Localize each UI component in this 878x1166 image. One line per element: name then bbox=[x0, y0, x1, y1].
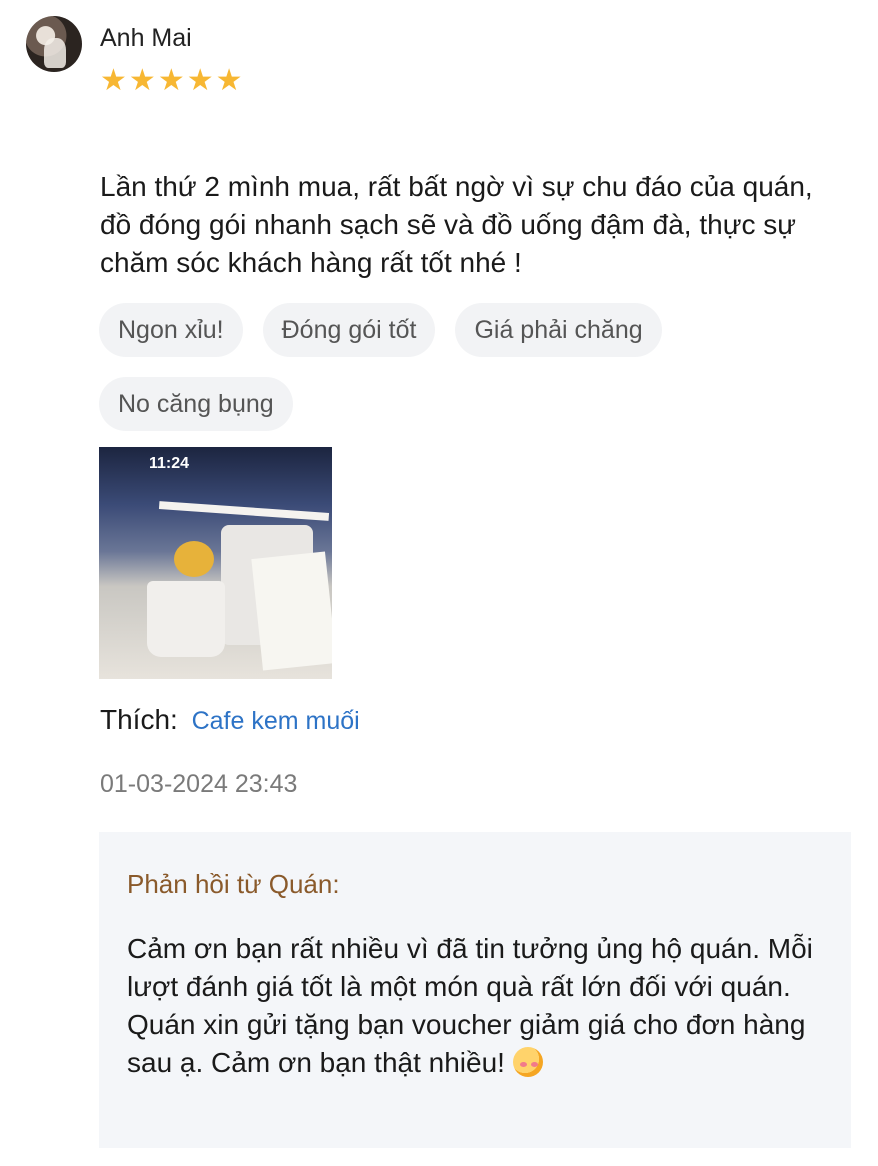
photo-note bbox=[251, 551, 332, 671]
liked-row: Thích: Cafe kem muối bbox=[100, 704, 360, 736]
photo-straw bbox=[158, 501, 330, 521]
rating-stars: ★ ★ ★ ★ ★ bbox=[100, 64, 243, 98]
star-icon: ★ bbox=[186, 64, 214, 97]
shop-reply-box: Phản hồi từ Quán: Cảm ơn bạn rất nhiều v… bbox=[99, 832, 851, 1148]
review-tag: No căng bụng bbox=[99, 377, 293, 431]
star-icon: ★ bbox=[157, 64, 185, 97]
shop-reply-text: Cảm ơn bạn rất nhiều vì đã tin tưởng ủng… bbox=[127, 933, 813, 1078]
reviewer-avatar[interactable] bbox=[26, 16, 82, 72]
review-tags: Ngon xỉu! Đóng gói tốt Giá phải chăng No… bbox=[99, 303, 819, 431]
shop-reply-title: Phản hồi từ Quán: bbox=[127, 869, 340, 899]
star-icon: ★ bbox=[215, 64, 243, 97]
review-tag: Ngon xỉu! bbox=[99, 303, 243, 357]
review-text: Lần thứ 2 mình mua, rất bất ngờ vì sự ch… bbox=[100, 171, 813, 278]
photo-lemon bbox=[174, 541, 214, 577]
review-date: 01-03-2024 23:43 bbox=[100, 770, 298, 798]
star-icon: ★ bbox=[100, 64, 127, 97]
photo-phone-time: 11:24 bbox=[149, 455, 190, 472]
star-icon: ★ bbox=[128, 64, 156, 97]
smiling-face-with-hearts-icon bbox=[512, 1047, 543, 1077]
liked-item-link[interactable]: Cafe kem muối bbox=[192, 707, 360, 735]
photo-cup bbox=[147, 581, 225, 657]
review-tag: Giá phải chăng bbox=[455, 303, 662, 357]
shop-reply-text-wrap: Cảm ơn bạn rất nhiều vì đã tin tưởng ủng… bbox=[127, 930, 817, 1082]
liked-label: Thích: bbox=[100, 704, 178, 735]
reviewer-name[interactable]: Anh Mai bbox=[100, 24, 192, 53]
review-photo[interactable]: 11:24 bbox=[99, 447, 332, 679]
review-tag: Đóng gói tốt bbox=[262, 303, 436, 357]
